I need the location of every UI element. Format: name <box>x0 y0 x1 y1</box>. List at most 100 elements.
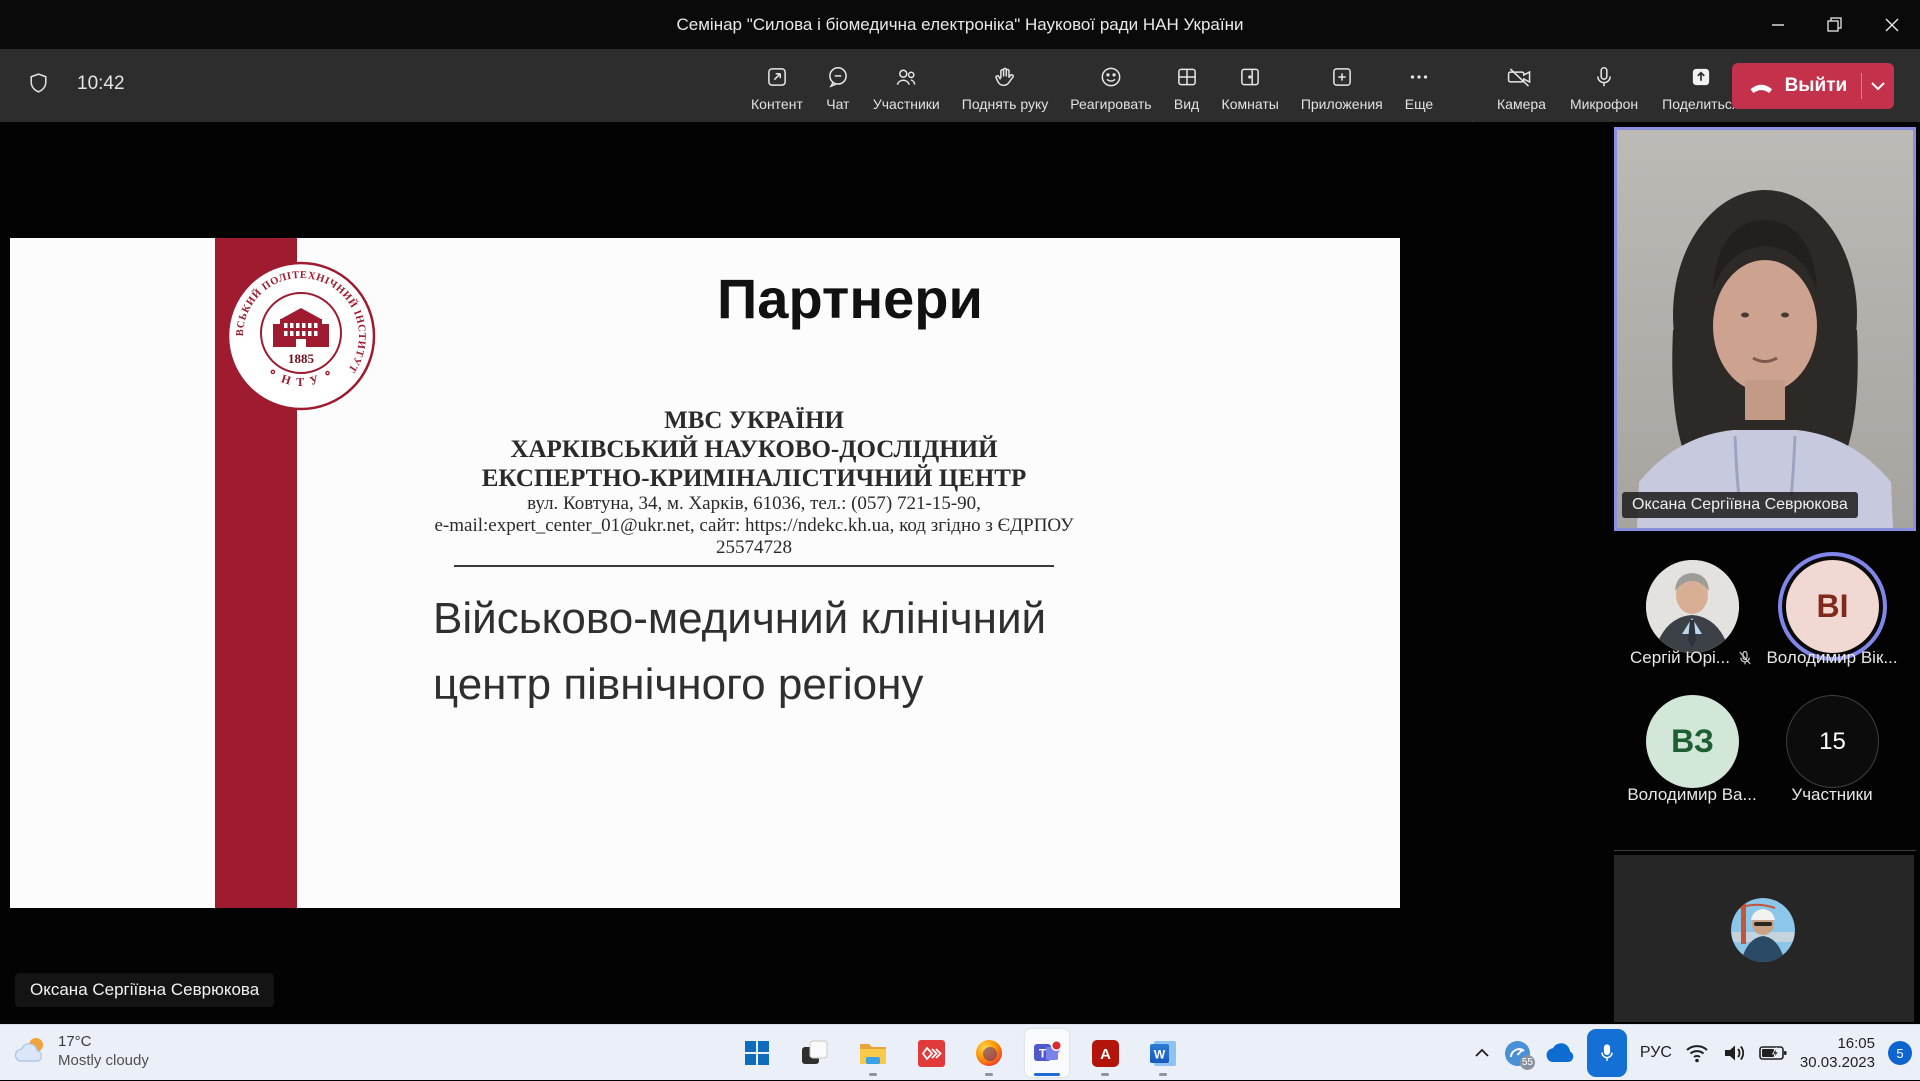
weather-temp: 17°C <box>58 1032 149 1051</box>
microphone-icon <box>1591 63 1617 91</box>
smiley-icon <box>1098 63 1124 91</box>
participants-label: Участники <box>1791 785 1872 805</box>
mic-in-use-indicator[interactable] <box>1587 1029 1627 1077</box>
acrobat-button[interactable]: A <box>1083 1029 1127 1077</box>
participant-name: Володимир Вік... <box>1766 648 1897 668</box>
tray-chevron-icon[interactable] <box>1473 1047 1491 1059</box>
participant-initials: ВЗ <box>1671 723 1714 760</box>
camera-off-icon <box>1506 63 1536 91</box>
svg-text:A: A <box>1100 1046 1111 1063</box>
speed-badge: 55 <box>1520 1055 1535 1070</box>
toolbar-center-buttons: Контент Чат Участники Поднять руку Реаги… <box>742 57 1442 116</box>
task-view-icon <box>801 1040 829 1066</box>
participants-overflow-label[interactable]: Участники <box>1747 785 1917 805</box>
running-indicator <box>985 1073 993 1076</box>
acrobat-icon: A <box>1092 1040 1119 1067</box>
teams-icon: T <box>1032 1039 1062 1067</box>
tray-clock[interactable]: 16:05 30.03.2023 <box>1800 1034 1875 1072</box>
participant-avatar-photo[interactable] <box>1646 560 1739 653</box>
letterhead-line: МВС УКРАЇНИ <box>424 406 1084 435</box>
view-grid-icon <box>1174 63 1200 91</box>
participant-tile-2[interactable]: Володимир Вік... <box>1747 648 1917 668</box>
more-button[interactable]: Еще <box>1396 57 1443 116</box>
share-content-icon <box>764 63 790 91</box>
close-button[interactable] <box>1863 0 1920 49</box>
microphone-button[interactable]: Микрофон <box>1561 57 1647 116</box>
participants-overflow-circle[interactable]: 15 <box>1786 695 1879 788</box>
tray-date: 30.03.2023 <box>1800 1053 1875 1072</box>
participant-name: Володимир Ва... <box>1627 785 1756 805</box>
minimize-button[interactable] <box>1749 0 1806 49</box>
file-explorer-button[interactable] <box>851 1029 895 1077</box>
content-button[interactable]: Контент <box>742 57 812 116</box>
raise-hand-icon <box>992 63 1018 91</box>
slide-body-text: Військово-медичний клінічний центр півні… <box>433 586 1046 718</box>
people-icon <box>893 63 919 91</box>
letterhead-line: ЕКСПЕРТНО-КРИМІНАЛІСТИЧНИЙ ЦЕНТР <box>424 464 1084 493</box>
apps-button[interactable]: Приложения <box>1292 57 1392 116</box>
participant-avatar-initials[interactable]: ВІ <box>1786 560 1879 653</box>
onedrive-icon[interactable] <box>1544 1043 1574 1063</box>
task-view-button[interactable] <box>793 1029 837 1077</box>
firefox-button[interactable] <box>967 1029 1011 1077</box>
more-dots-icon <box>1406 63 1432 91</box>
letterhead-line: e-mail:expert_center_01@ukr.net, сайт: h… <box>424 515 1084 559</box>
volume-icon[interactable] <box>1722 1043 1746 1063</box>
share-up-icon <box>1688 63 1714 91</box>
mic-icon <box>1597 1042 1617 1064</box>
svg-text:T: T <box>1039 1047 1047 1061</box>
start-button[interactable] <box>735 1029 779 1077</box>
raise-hand-button[interactable]: Поднять руку <box>953 57 1058 116</box>
tray-time: 16:05 <box>1800 1034 1875 1053</box>
running-indicator <box>1101 1073 1109 1076</box>
leave-options-button[interactable] <box>1862 81 1894 91</box>
chat-label: Чат <box>826 96 849 112</box>
leave-label: Выйти <box>1785 75 1848 97</box>
rooms-button[interactable]: Комнаты <box>1213 57 1288 116</box>
apps-label: Приложения <box>1301 96 1383 112</box>
view-label: Вид <box>1174 96 1199 112</box>
meeting-timer: 10:42 <box>77 73 125 95</box>
leave-button[interactable]: Выйти <box>1732 63 1894 109</box>
word-button[interactable]: W <box>1141 1029 1185 1077</box>
close-icon <box>1885 18 1899 32</box>
chat-button[interactable]: Чат <box>816 57 860 116</box>
participant-name: Сергій Юрі... <box>1630 648 1730 668</box>
restore-button[interactable] <box>1806 0 1863 49</box>
weather-icon <box>14 1035 48 1067</box>
wifi-icon[interactable] <box>1685 1043 1709 1063</box>
react-label: Реагировать <box>1070 96 1151 112</box>
notification-badge[interactable]: 5 <box>1888 1041 1912 1065</box>
shared-slide: ХАРКІВСЬКИЙ ПОЛІТЕХНІЧНИЙ ІНСТИТУТ ⚬ Н Т… <box>10 238 1400 908</box>
participant-photo <box>1646 560 1739 653</box>
react-button[interactable]: Реагировать <box>1061 57 1160 116</box>
microphone-label: Микрофон <box>1570 96 1638 112</box>
red-app-button[interactable] <box>909 1029 953 1077</box>
participants-button[interactable]: Участники <box>864 57 949 116</box>
hangup-icon <box>1748 76 1775 96</box>
taskbar-app-icons: T A W <box>735 1025 1185 1081</box>
teams-button[interactable]: T <box>1025 1029 1069 1077</box>
apps-plus-icon <box>1329 63 1355 91</box>
camera-button[interactable]: Камера <box>1488 57 1555 116</box>
speed-monitor-icon[interactable]: 55 <box>1504 1040 1531 1067</box>
self-view-tile[interactable] <box>1614 855 1914 1022</box>
letterhead-rule <box>454 565 1054 567</box>
weather-widget[interactable]: 17°C Mostly cloudy <box>14 1032 149 1070</box>
shield-icon <box>26 71 51 96</box>
participant-initials: ВІ <box>1817 588 1849 625</box>
view-button[interactable]: Вид <box>1165 57 1209 116</box>
letterhead-line: ХАРКІВСЬКИЙ НАУКОВО-ДОСЛІДНИЙ <box>424 435 1084 464</box>
slide-letterhead: МВС УКРАЇНИ ХАРКІВСЬКИЙ НАУКОВО-ДОСЛІДНИ… <box>424 406 1084 567</box>
camera-label: Камера <box>1497 96 1546 112</box>
speaker-video-tile[interactable]: Оксана Сергіївна Севрюкова <box>1614 127 1916 531</box>
speaker-name-label: Оксана Сергіївна Севрюкова <box>1622 492 1858 518</box>
presenter-name-pill: Оксана Сергіївна Севрюкова <box>15 973 274 1007</box>
active-indicator <box>1034 1073 1060 1076</box>
participant-avatar-initials[interactable]: ВЗ <box>1646 695 1739 788</box>
battery-icon[interactable] <box>1759 1044 1787 1062</box>
running-indicator <box>1159 1073 1167 1076</box>
panel-divider <box>1614 850 1916 851</box>
language-indicator[interactable]: РУС <box>1640 1044 1672 1062</box>
share-label: Поделиться <box>1662 96 1739 112</box>
